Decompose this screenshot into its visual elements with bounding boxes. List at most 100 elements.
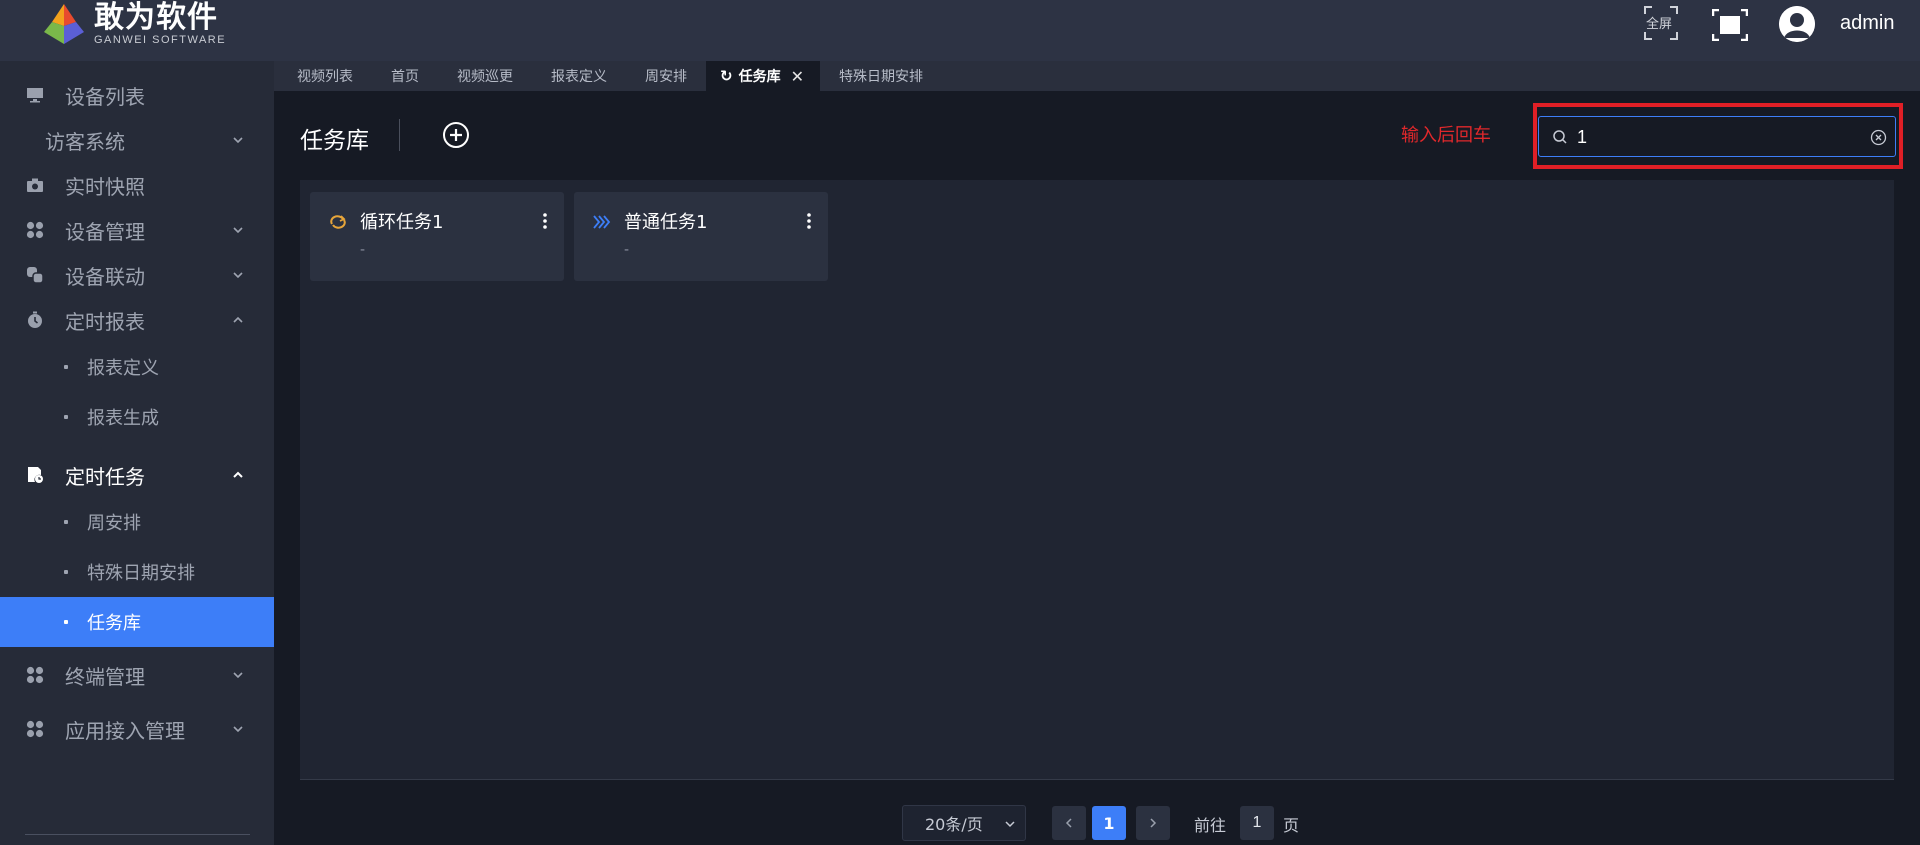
search-hint: 输入后回车 [1401,125,1491,146]
bullet-dot [64,620,68,624]
tab-label: 首页 [391,69,419,85]
sidebar-item-label: 设备列表 [65,84,145,109]
sidebar-item-label: 访客系统 [45,129,125,154]
tab-video-list[interactable]: 视频列表 [278,61,372,91]
top-header: 敢为软件 GANWEI SOFTWARE 全屏 admin [0,0,1920,61]
sidebar-item-realtime-snapshot[interactable]: 实时快照 [0,160,274,210]
chevron-down-icon [1005,821,1015,828]
screen-mode-button[interactable] [1711,8,1749,42]
chevron-down-icon [233,272,243,279]
camera-icon [25,175,45,195]
logo-subtitle: GANWEI SOFTWARE [94,34,227,46]
sidebar-item-label: 定时报表 [65,309,145,334]
user-avatar-icon [1779,6,1815,42]
logo-mark-icon [44,4,84,44]
sidebar-item-label: 设备联动 [65,264,145,289]
grid-icon [25,719,45,739]
sidebar: 设备列表 访客系统 实时快照 设备管理 设备联动 定时报表 报表定义 报表生成 … [0,61,274,845]
tab-video-patrol[interactable]: 视频巡更 [438,61,532,91]
page-unit-label: 页 [1283,816,1300,835]
fullscreen-label: 全屏 [1646,17,1673,32]
sidebar-divider [25,834,250,835]
tab-label: 视频列表 [297,69,353,85]
sidebar-item-app-access-management[interactable]: 应用接入管理 [0,704,274,754]
fullscreen-button[interactable]: 全屏 [1644,6,1678,40]
add-circle-icon[interactable] [442,121,470,149]
bullet-dot [64,520,68,524]
task-card[interactable]: 普通任务1 - [574,192,828,281]
sidebar-item-visitor-system[interactable]: 访客系统 [0,115,274,165]
sidebar-subitem-special-date-schedule[interactable]: 特殊日期安排 [0,547,274,597]
goto-label: 前往 [1194,816,1227,835]
sidebar-item-label: 定时任务 [65,464,145,489]
bullet-dot [64,570,68,574]
tab-task-library[interactable]: ↻ 任务库 ✕ [706,61,820,91]
tab-label: 周安排 [645,69,687,85]
sidebar-item-device-list[interactable]: 设备列表 [0,70,274,120]
sidebar-item-label: 实时快照 [65,174,145,199]
sidebar-subitem-report-generation[interactable]: 报表生成 [0,392,274,442]
sidebar-subitem-label: 周安排 [87,513,141,534]
more-vertical-icon[interactable] [806,211,812,231]
tab-bar: 视频列表 首页 视频巡更 报表定义 周安排 ↻ 任务库 ✕ 特殊日期安排 [274,61,1920,91]
timer-icon [25,310,45,330]
refresh-icon[interactable]: ↻ [720,67,733,85]
task-description: - [360,242,366,258]
page-title: 任务库 [300,128,369,154]
prev-page-button[interactable] [1052,806,1086,840]
username[interactable]: admin [1840,12,1894,35]
goto-page-input[interactable] [1240,806,1274,840]
search-box[interactable] [1538,116,1896,157]
chevron-down-icon [233,227,243,234]
pagination: 20条/页 1 前往 页 [274,805,1920,841]
bullet-dot [64,365,68,369]
sidebar-item-scheduled-task[interactable]: 定时任务 [0,450,274,500]
tab-special-date-schedule[interactable]: 特殊日期安排 [820,61,942,91]
task-icon [25,465,45,485]
tab-home[interactable]: 首页 [372,61,438,91]
logo-title: 敢为软件 [94,0,218,35]
sidebar-item-device-linkage[interactable]: 设备联动 [0,250,274,300]
tab-report-definition[interactable]: 报表定义 [532,61,626,91]
next-page-button[interactable] [1136,806,1170,840]
bullet-dot [64,415,68,419]
task-description: - [624,242,630,258]
sidebar-subitem-task-library[interactable]: 任务库 [0,597,274,647]
search-input[interactable] [1577,123,1857,151]
tab-weekly-schedule[interactable]: 周安排 [626,61,706,91]
tab-label: 报表定义 [551,69,607,85]
tab-label: 特殊日期安排 [838,69,923,85]
sidebar-subitem-weekly-schedule[interactable]: 周安排 [0,497,274,547]
clear-icon[interactable] [1870,129,1887,146]
page-size-select[interactable]: 20条/页 [902,805,1026,841]
tab-label: 视频巡更 [457,69,513,85]
chevron-down-icon [233,137,243,144]
more-vertical-icon[interactable] [542,211,548,231]
sidebar-item-terminal-management[interactable]: 终端管理 [0,650,274,700]
task-name: 普通任务1 [624,212,708,233]
chevron-up-icon [233,316,243,323]
task-card[interactable]: 循环任务1 - [310,192,564,281]
close-icon[interactable]: ✕ [791,67,804,86]
monitor-icon [25,85,45,105]
chevron-up-icon [233,471,243,478]
link-icon [25,265,45,285]
chevron-down-icon [233,672,243,679]
task-name: 循环任务1 [360,212,444,233]
main-content: 任务库 输入后回车 循环任务1 - [274,91,1920,845]
sidebar-subitem-label: 任务库 [87,613,141,634]
sidebar-item-device-management[interactable]: 设备管理 [0,205,274,255]
loop-icon [330,215,346,229]
title-divider [399,119,400,151]
screen-icon [1711,8,1749,42]
chevron-left-icon [1065,818,1072,828]
task-card-grid: 循环任务1 - 普通任务1 - [300,180,1894,780]
sidebar-subitem-label: 报表定义 [87,358,159,379]
sidebar-item-scheduled-report[interactable]: 定时报表 [0,295,274,345]
logo: 敢为软件 GANWEI SOFTWARE [40,2,226,46]
grid-icon [25,665,45,685]
sidebar-subitem-label: 特殊日期安排 [87,563,195,584]
sidebar-subitem-report-definition[interactable]: 报表定义 [0,342,274,392]
page-number-button[interactable]: 1 [1092,806,1126,840]
avatar[interactable] [1779,6,1815,42]
